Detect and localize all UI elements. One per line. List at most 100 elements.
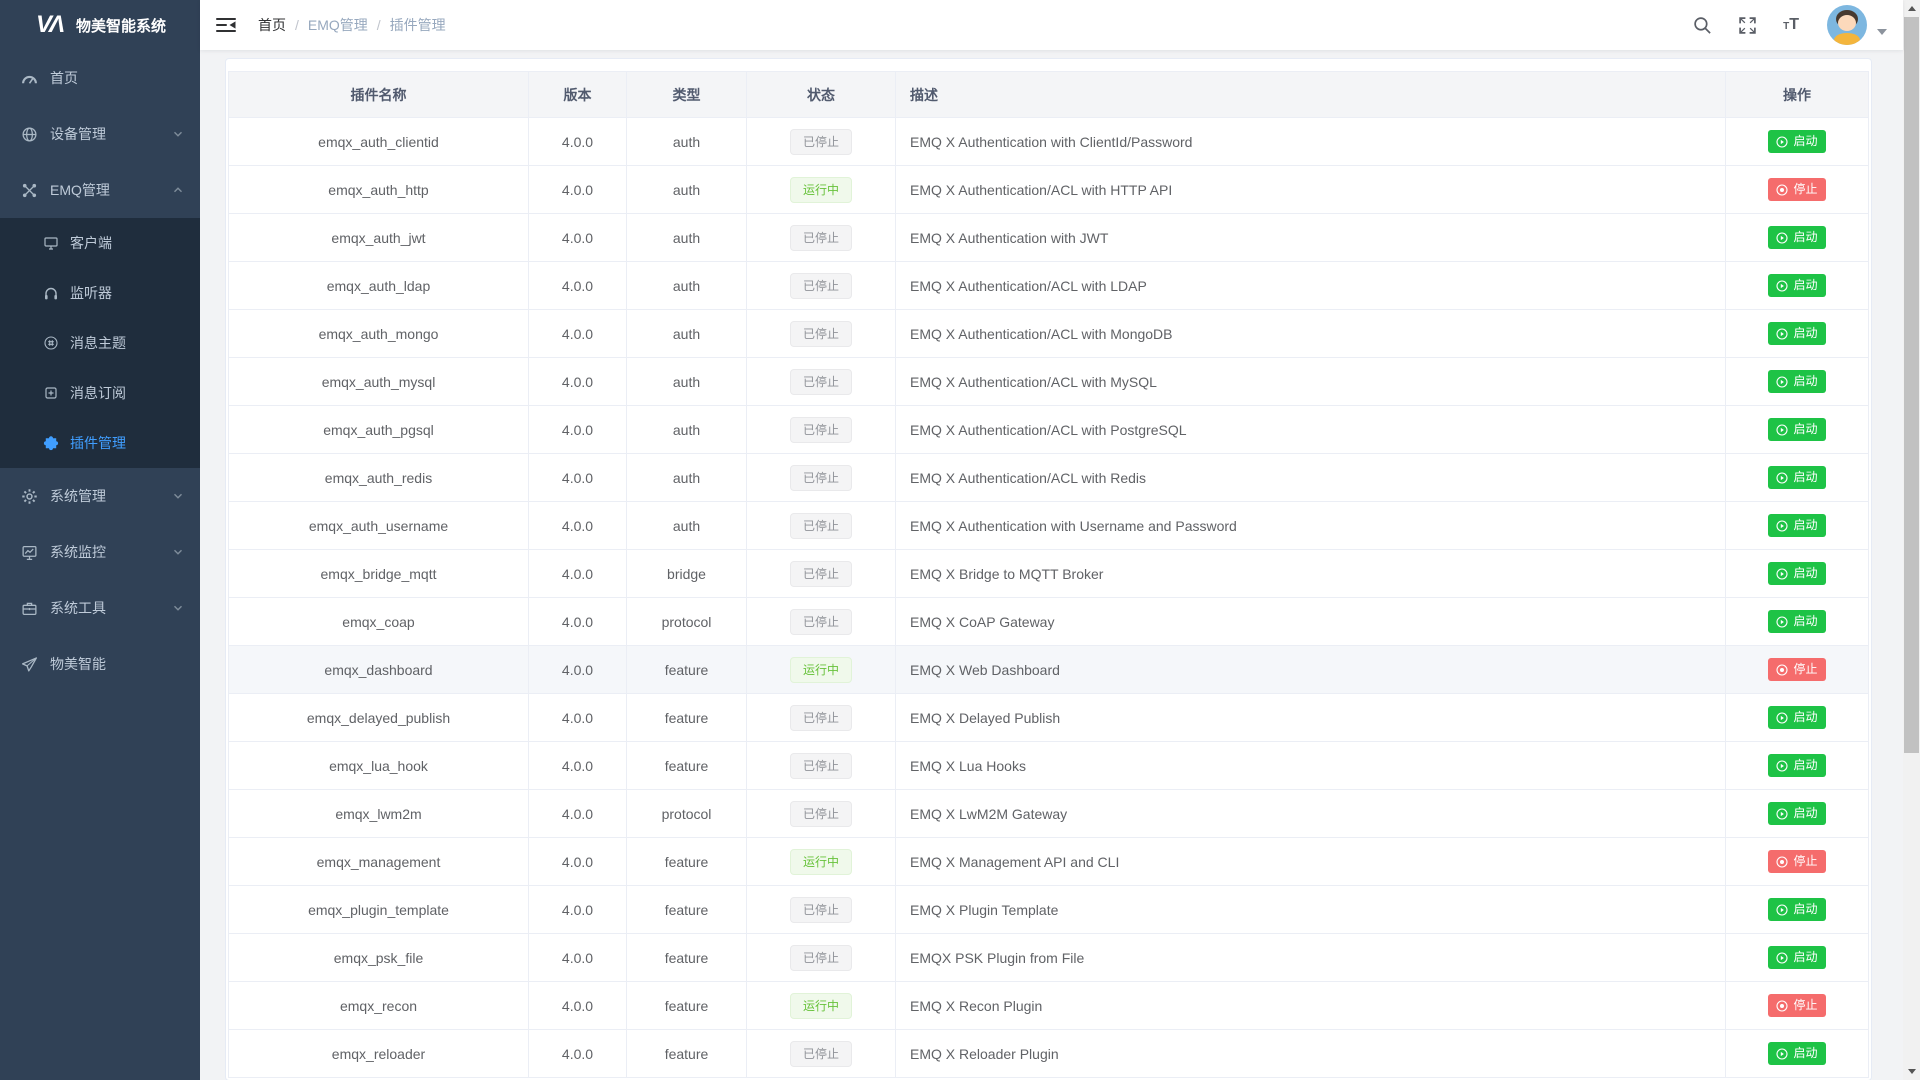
scrollbar-thumb[interactable]	[1904, 17, 1919, 753]
plugin-description: EMQ X LwM2M Gateway	[896, 790, 1726, 838]
plugin-description: EMQ X Delayed Publish	[896, 694, 1726, 742]
breadcrumb-separator: /	[295, 17, 299, 33]
start-button[interactable]: 启动	[1768, 1042, 1825, 1065]
table-row: emqx_psk_file4.0.0feature已停止EMQX PSK Plu…	[229, 934, 1869, 982]
start-button[interactable]: 启动	[1768, 322, 1825, 345]
sidebar-item-clients[interactable]: 客户端	[0, 218, 200, 268]
sidebar-item-system-tools[interactable]: 系统工具	[0, 580, 200, 636]
scroll-down-button[interactable]	[1903, 1063, 1920, 1080]
start-button[interactable]: 启动	[1768, 370, 1825, 393]
topic-icon	[42, 334, 60, 352]
search-button[interactable]	[1689, 12, 1716, 39]
status-badge: 已停止	[790, 1041, 852, 1067]
sidebar-item-subscriptions[interactable]: 消息订阅	[0, 368, 200, 418]
play-circle-icon	[1776, 1048, 1788, 1060]
stop-button[interactable]: 停止	[1768, 850, 1825, 873]
chevron-down-icon	[172, 602, 184, 614]
app-root: VΛ 物美智能系统 首页 设备管理	[0, 0, 1920, 1080]
paper-plane-icon	[20, 655, 38, 673]
plugin-type: feature	[627, 838, 747, 886]
plugin-name: emqx_plugin_template	[229, 886, 529, 934]
play-circle-icon	[1776, 280, 1788, 292]
table-row: emqx_lua_hook4.0.0feature已停止EMQ X Lua Ho…	[229, 742, 1869, 790]
stop-button[interactable]: 停止	[1768, 994, 1825, 1017]
stop-circle-icon	[1776, 184, 1788, 196]
status-badge: 已停止	[790, 273, 852, 299]
plugin-name: emqx_auth_http	[229, 166, 529, 214]
start-button[interactable]: 启动	[1768, 226, 1825, 249]
plugin-name: emqx_management	[229, 838, 529, 886]
status-badge: 已停止	[790, 801, 852, 827]
button-label: 启动	[1793, 759, 1817, 772]
sidebar-item-label: 系统工具	[50, 598, 106, 618]
button-label: 启动	[1793, 375, 1817, 388]
sidebar-toggle-button[interactable]	[200, 0, 252, 50]
start-button[interactable]: 启动	[1768, 754, 1825, 777]
breadcrumb-current-page: 插件管理	[390, 15, 446, 35]
plugin-description: EMQ X Web Dashboard	[896, 646, 1726, 694]
breadcrumb-home[interactable]: 首页	[258, 15, 286, 35]
plugin-type: feature	[627, 742, 747, 790]
button-label: 停止	[1793, 855, 1817, 868]
client-monitor-icon	[42, 234, 60, 252]
start-button[interactable]: 启动	[1768, 802, 1825, 825]
start-button[interactable]: 启动	[1768, 610, 1825, 633]
sidebar-item-home[interactable]: 首页	[0, 50, 200, 106]
button-label: 启动	[1793, 807, 1817, 820]
plugin-description: EMQ X Plugin Template	[896, 886, 1726, 934]
sidebar-item-listeners[interactable]: 监听器	[0, 268, 200, 318]
status-badge: 已停止	[790, 417, 852, 443]
sidebar-item-system-monitor[interactable]: 系统监控	[0, 524, 200, 580]
fullscreen-button[interactable]	[1734, 12, 1761, 39]
start-button[interactable]: 启动	[1768, 130, 1825, 153]
plugin-type: auth	[627, 358, 747, 406]
sidebar-item-plugins[interactable]: 插件管理	[0, 418, 200, 468]
scroll-up-button[interactable]	[1903, 0, 1920, 17]
plugin-name: emqx_psk_file	[229, 934, 529, 982]
plugin-description: EMQ X Authentication/ACL with Redis	[896, 454, 1726, 502]
plugin-description: EMQ X Authentication with Username and P…	[896, 502, 1726, 550]
app-title: 物美智能系统	[76, 15, 166, 36]
table-row: emqx_bridge_mqtt4.0.0bridge已停止EMQ X Brid…	[229, 550, 1869, 598]
logo-icon: VΛ	[36, 13, 62, 37]
sidebar-item-emq[interactable]: EMQ管理	[0, 162, 200, 218]
stop-button[interactable]: 停止	[1768, 178, 1825, 201]
sidebar-item-label: 系统管理	[50, 486, 106, 506]
plugin-type: bridge	[627, 550, 747, 598]
play-circle-icon	[1776, 520, 1788, 532]
user-menu[interactable]	[1827, 5, 1887, 45]
page-scrollbar[interactable]	[1903, 0, 1920, 1080]
plugin-type: feature	[627, 694, 747, 742]
start-button[interactable]: 启动	[1768, 274, 1825, 297]
table-row: emqx_auth_ldap4.0.0auth已停止EMQ X Authenti…	[229, 262, 1869, 310]
plugin-version: 4.0.0	[529, 550, 627, 598]
button-label: 停止	[1793, 999, 1817, 1012]
emq-nodes-icon	[20, 181, 38, 199]
chevron-up-icon	[172, 184, 184, 196]
play-circle-icon	[1776, 616, 1788, 628]
avatar[interactable]	[1827, 5, 1867, 45]
start-button[interactable]: 启动	[1768, 514, 1825, 537]
sidebar-item-system-admin[interactable]: 系统管理	[0, 468, 200, 524]
start-button[interactable]: 启动	[1768, 466, 1825, 489]
plugin-description: EMQ X Reloader Plugin	[896, 1030, 1726, 1078]
sidebar-item-wumei-smart[interactable]: 物美智能	[0, 636, 200, 692]
start-button[interactable]: 启动	[1768, 706, 1825, 729]
plugin-table-header: 插件名称 版本 类型 状态 描述 操作	[229, 72, 1869, 118]
start-button[interactable]: 启动	[1768, 562, 1825, 585]
start-button[interactable]: 启动	[1768, 898, 1825, 921]
start-button[interactable]: 启动	[1768, 946, 1825, 969]
play-circle-icon	[1776, 712, 1788, 724]
stop-button[interactable]: 停止	[1768, 658, 1825, 681]
play-circle-icon	[1776, 808, 1788, 820]
plugin-name: emqx_auth_ldap	[229, 262, 529, 310]
plugin-version: 4.0.0	[529, 406, 627, 454]
caret-down-icon	[1877, 29, 1887, 35]
start-button[interactable]: 启动	[1768, 418, 1825, 441]
sidebar-item-label: 设备管理	[50, 124, 106, 144]
font-size-button[interactable]: TT	[1779, 12, 1803, 38]
plugin-description: EMQ X Authentication/ACL with MongoDB	[896, 310, 1726, 358]
sidebar-item-devices[interactable]: 设备管理	[0, 106, 200, 162]
breadcrumb-emq-management: EMQ管理	[308, 15, 368, 35]
sidebar-item-topics[interactable]: 消息主题	[0, 318, 200, 368]
